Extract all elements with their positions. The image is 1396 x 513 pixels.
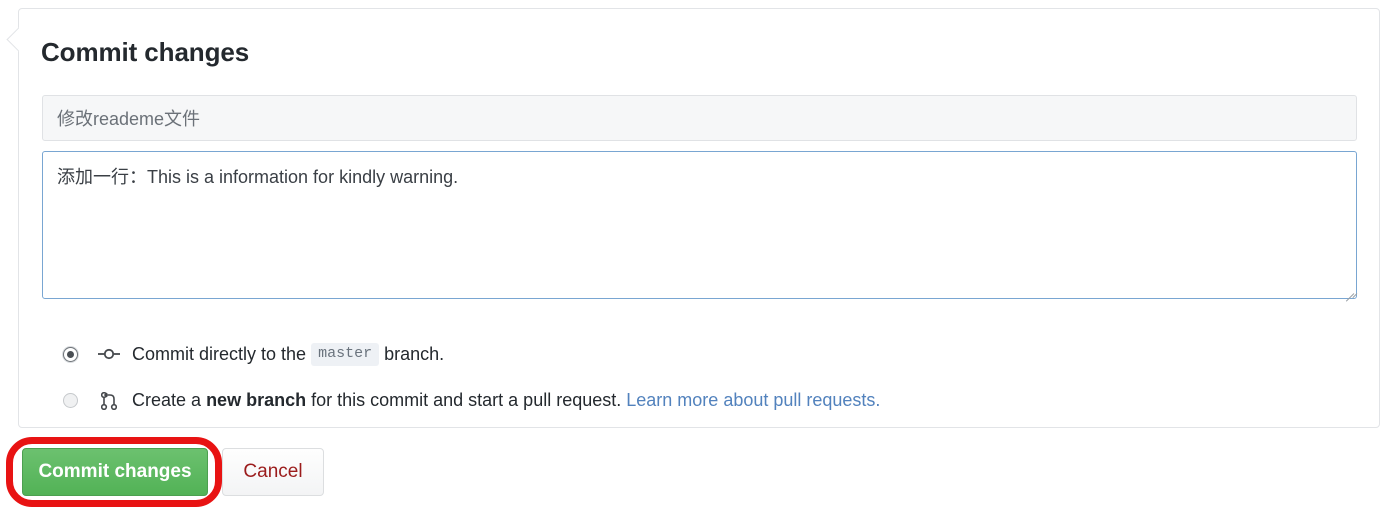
commit-changes-button[interactable]: Commit changes: [22, 448, 208, 496]
option-commit-directly[interactable]: Commit directly to the master branch.: [63, 343, 444, 366]
commit-description-wrapper: 添加一行：This is a information for kindly wa…: [42, 151, 1357, 299]
radio-create-branch[interactable]: [63, 393, 78, 408]
commit-description-textarea[interactable]: 添加一行：This is a information for kindly wa…: [42, 151, 1357, 299]
cancel-button[interactable]: Cancel: [222, 448, 324, 496]
page-title: Commit changes: [41, 37, 249, 68]
radio-commit-directly[interactable]: [63, 347, 78, 362]
git-commit-icon: [97, 344, 121, 364]
commit-directly-label: Commit directly to the: [132, 344, 306, 365]
commit-changes-panel: Commit changes 添加一行：This is a informatio…: [18, 8, 1380, 428]
git-branch-icon: [97, 391, 121, 411]
create-branch-prefix: Create a: [132, 390, 201, 411]
option-create-branch-text: Create a new branch for this commit and …: [132, 390, 880, 411]
commit-directly-suffix: branch.: [384, 344, 444, 365]
commit-summary-input[interactable]: [42, 95, 1357, 141]
pull-requests-learn-more-link[interactable]: Learn more about pull requests.: [626, 390, 880, 411]
panel-caret-mask: [19, 27, 22, 53]
create-branch-middle: for this commit and start a pull request…: [311, 390, 621, 411]
option-create-branch[interactable]: Create a new branch for this commit and …: [63, 390, 880, 411]
create-branch-emphasis: new branch: [206, 390, 306, 411]
branch-name-chip: master: [311, 343, 379, 366]
option-commit-directly-text: Commit directly to the master branch.: [132, 343, 444, 366]
